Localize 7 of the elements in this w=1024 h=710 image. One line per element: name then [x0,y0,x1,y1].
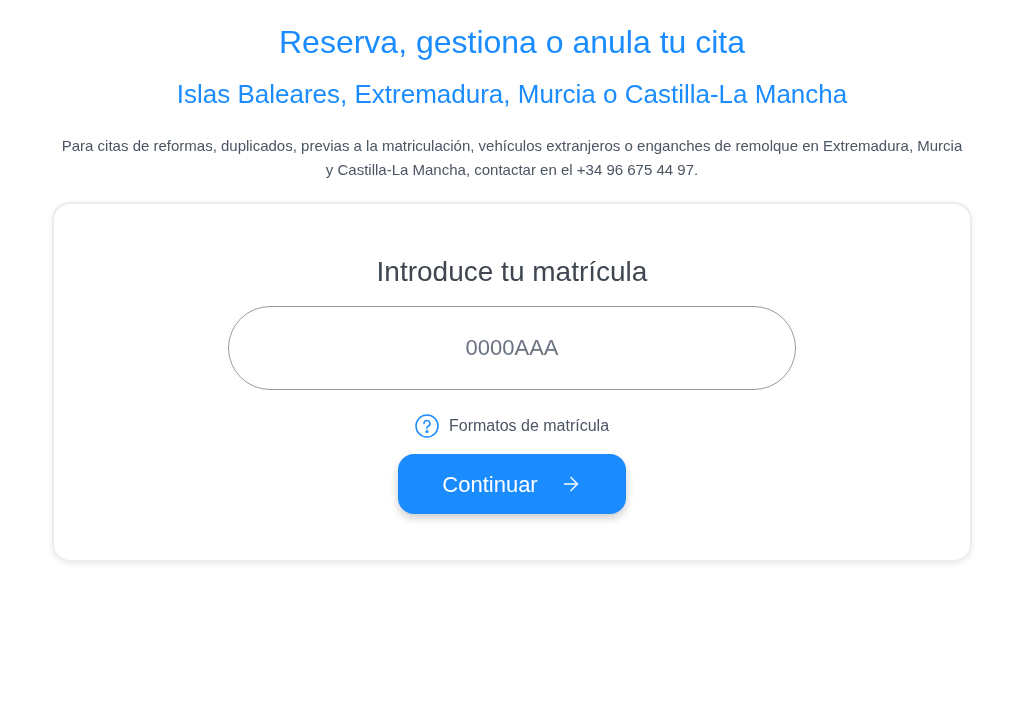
help-icon [414,414,439,438]
page-title: Reserva, gestiona o anula tu cita [278,23,746,62]
notice-text: Para citas de reformas, duplicados, previas a la matriculación, vehículos extranjeros o enganches de remolque en Extremadura, Murcia y Castilla-La Mancha, contactar en el +34 96 675 44 97. [60,136,964,180]
plate-input-field[interactable]: 0000AAA [228,306,796,390]
page-subtitle: Islas Baleares, Extremadura, Murcia o Castilla-La Mancha [176,78,848,110]
card-heading: Introduce tu matrícula [376,255,648,289]
plate-formats-link[interactable]: Formatos de matrícula [414,414,610,438]
